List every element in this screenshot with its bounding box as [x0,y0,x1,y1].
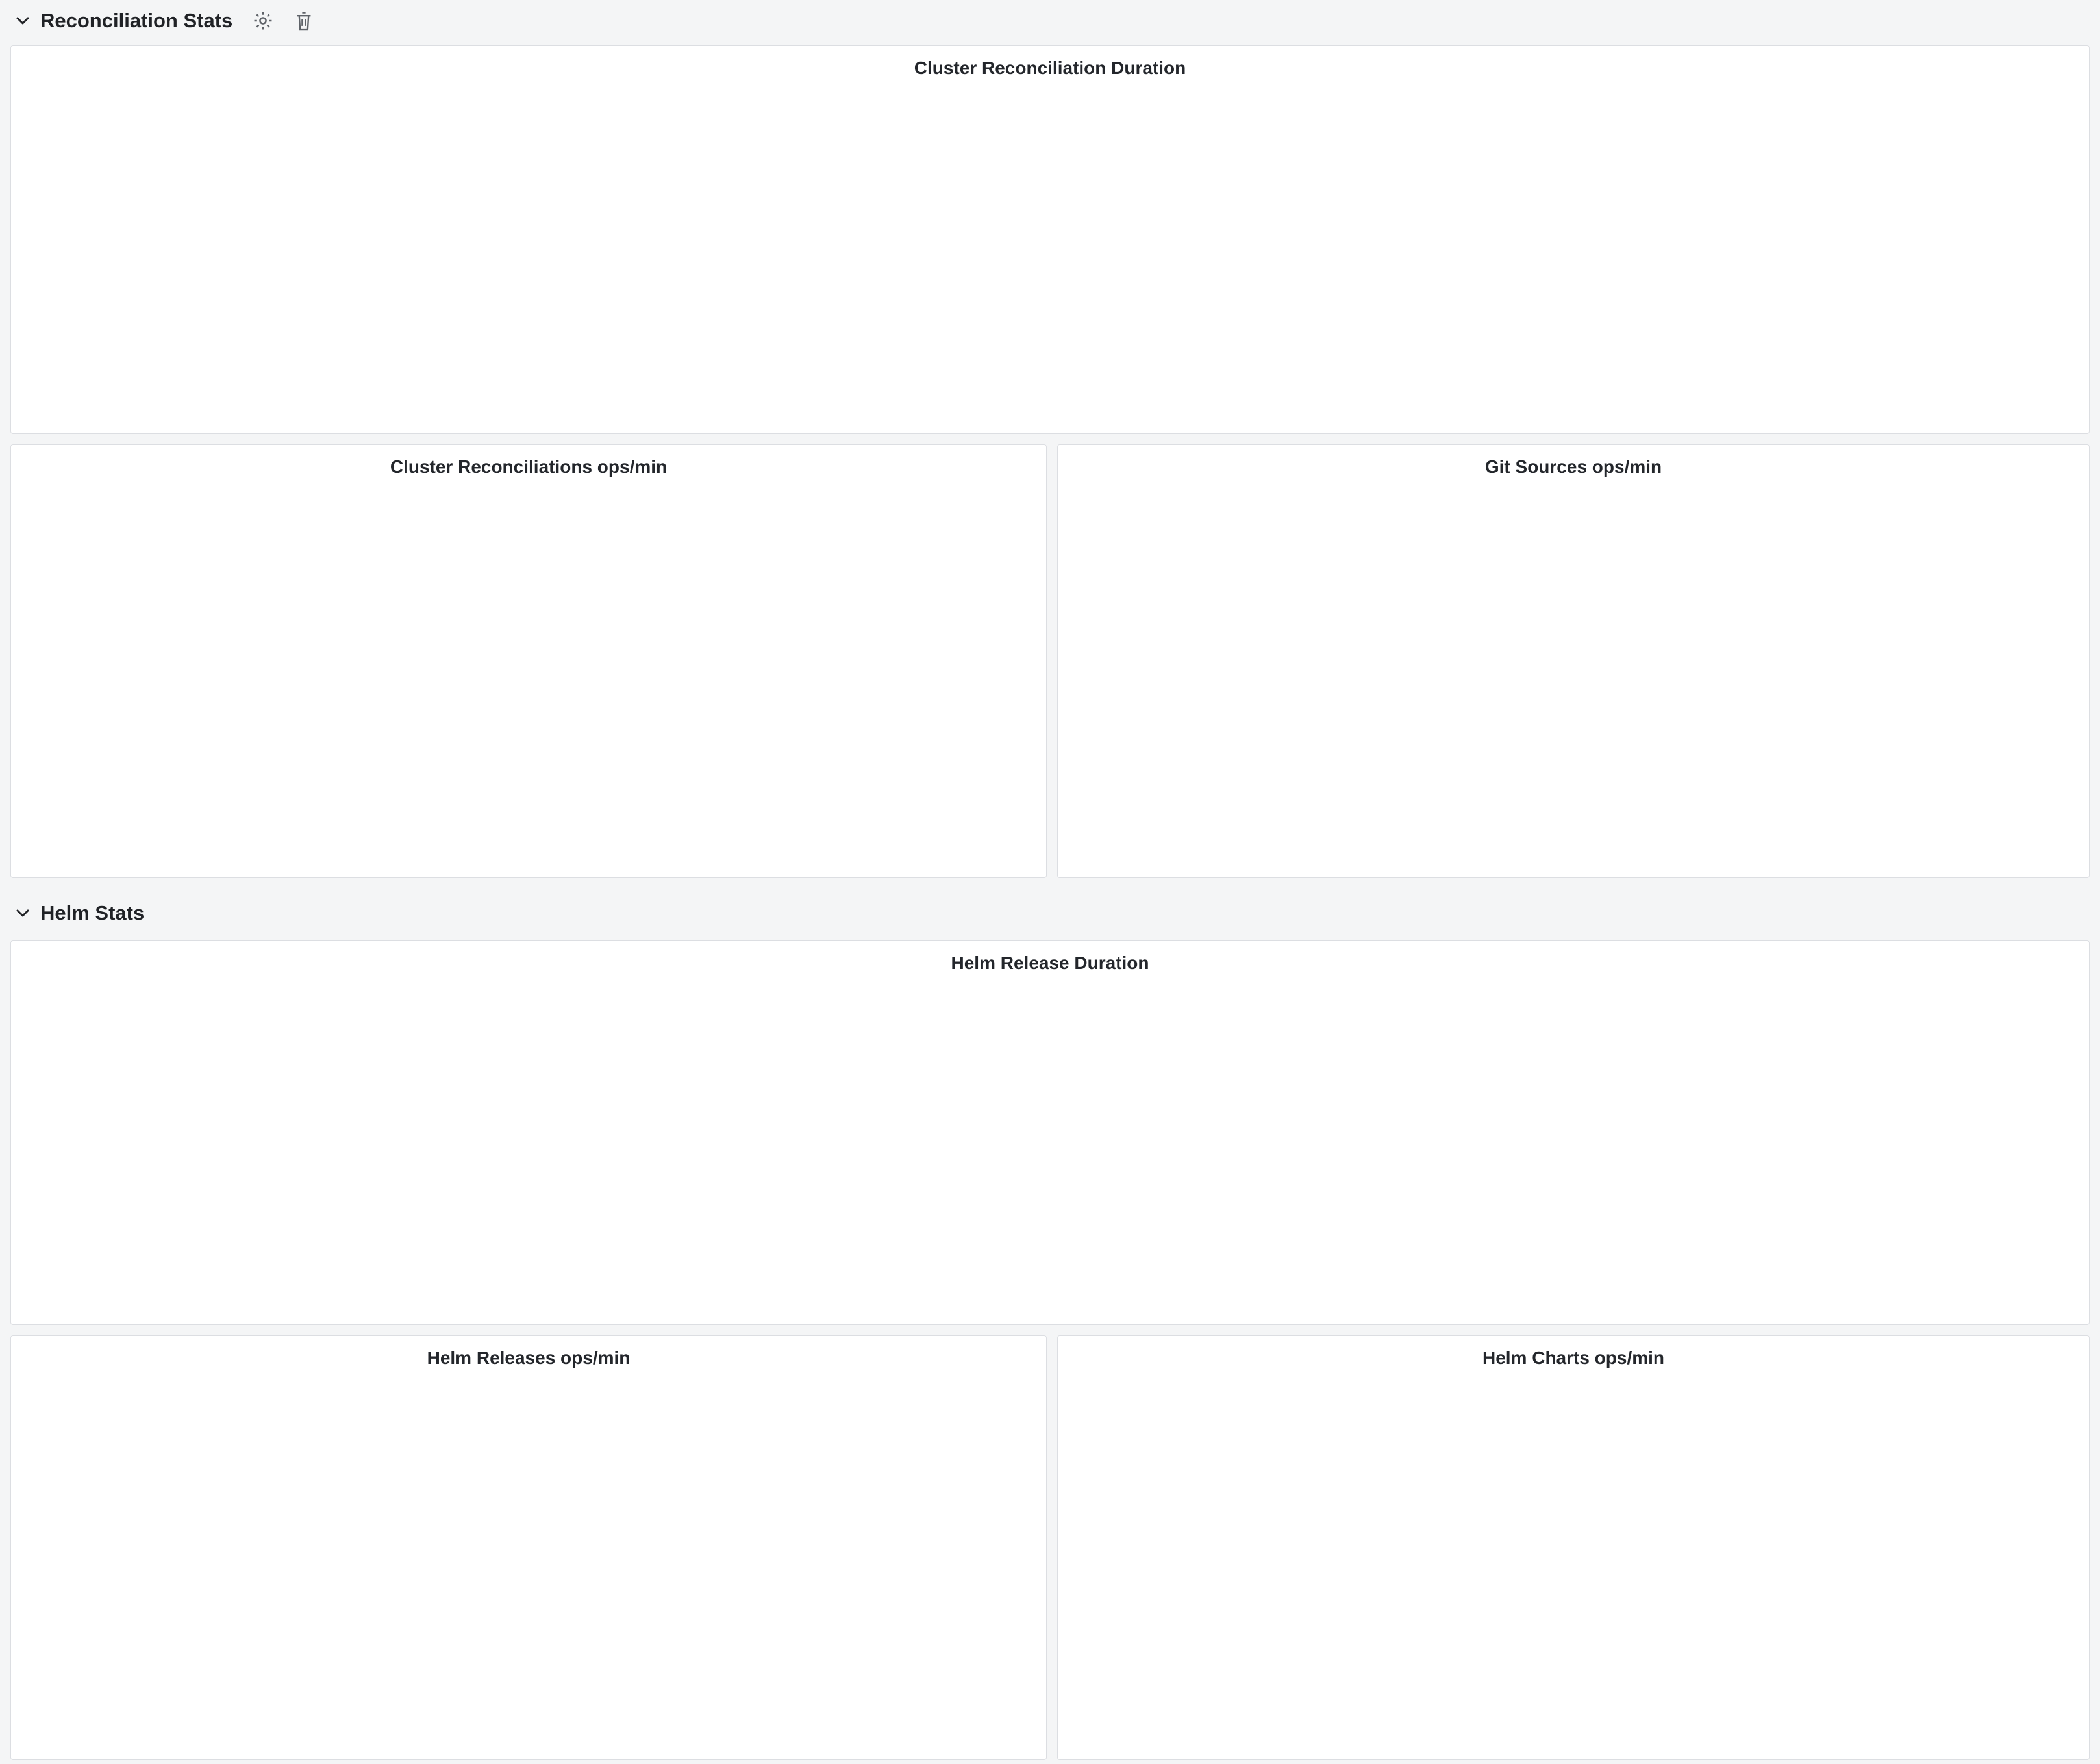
gear-icon[interactable] [252,10,274,32]
panel-title[interactable]: Git Sources ops/min [1058,457,2089,477]
panel-title[interactable]: Cluster Reconciliations ops/min [11,457,1046,477]
trash-icon[interactable] [294,10,314,32]
panel-helm-charts-opm: Helm Charts ops/min [1057,1335,2090,1760]
section-header-reconciliation-stats[interactable]: Reconciliation Stats [0,1,314,40]
panel-git-sources-opm: Git Sources ops/min [1057,444,2090,878]
panel-title[interactable]: Cluster Reconciliation Duration [11,58,2089,79]
panel-helm-release-duration: Helm Release Duration [10,940,2090,1325]
panel-title[interactable]: Helm Releases ops/min [11,1348,1046,1368]
grafana-dashboard: Reconciliation Stats Cluster Reconciliat… [0,0,2100,1764]
chevron-down-icon[interactable] [16,909,30,918]
section-title[interactable]: Reconciliation Stats [40,9,232,32]
chevron-down-icon[interactable] [16,16,30,25]
section-header-helm-stats[interactable]: Helm Stats [0,894,144,933]
panel-cluster-reconciliation-duration: Cluster Reconciliation Duration [10,45,2090,434]
panel-title[interactable]: Helm Release Duration [11,953,2089,974]
panel-title[interactable]: Helm Charts ops/min [1058,1348,2089,1368]
section-title[interactable]: Helm Stats [40,901,144,925]
panel-cluster-reconciliations-opm: Cluster Reconciliations ops/min [10,444,1047,878]
panel-helm-releases-opm: Helm Releases ops/min [10,1335,1047,1760]
